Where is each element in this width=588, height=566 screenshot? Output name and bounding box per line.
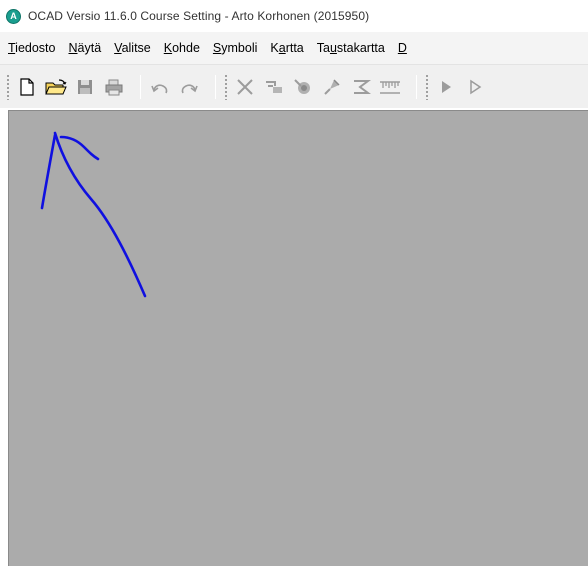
tool-c-icon[interactable]	[350, 76, 372, 98]
menu-bar: Tiedosto Näytä Valitse Kohde Symboli Kar…	[0, 32, 588, 64]
pointer-outline-icon[interactable]	[464, 76, 486, 98]
arrow-annotation-icon	[40, 131, 147, 298]
map-workspace[interactable]	[8, 110, 588, 566]
step-icon[interactable]	[263, 76, 285, 98]
undo-icon[interactable]	[149, 76, 171, 98]
title-bar: A OCAD Versio 11.6.0 Course Setting - Ar…	[0, 0, 588, 32]
tool-b-icon[interactable]	[321, 76, 343, 98]
new-icon[interactable]	[16, 76, 38, 98]
menu-taustakartta[interactable]: Taustakartta	[317, 41, 385, 55]
toolbar-separator	[140, 74, 141, 99]
ruler-icon[interactable]	[379, 76, 401, 98]
toolbar-separator	[416, 74, 417, 99]
save-icon[interactable]	[74, 76, 96, 98]
ocad-app-icon[interactable]: A	[6, 8, 21, 24]
window-title: OCAD Versio 11.6.0 Course Setting - Arto…	[28, 9, 370, 23]
menu-symboli[interactable]: Symboli	[213, 41, 257, 55]
redo-icon[interactable]	[178, 76, 200, 98]
cut-icon[interactable]	[234, 76, 256, 98]
open-icon[interactable]	[45, 76, 67, 98]
toolbar	[0, 64, 588, 108]
pointer-icon[interactable]	[435, 76, 457, 98]
toolbar-grip[interactable]	[224, 73, 228, 100]
toolbar-separator	[215, 74, 216, 99]
toolbar-grip[interactable]	[6, 73, 10, 100]
tool-a-icon[interactable]	[292, 76, 314, 98]
toolbar-grip[interactable]	[425, 73, 429, 100]
menu-kartta[interactable]: Kartta	[270, 41, 303, 55]
menu-d-truncated[interactable]: D	[398, 41, 407, 55]
print-icon[interactable]	[103, 76, 125, 98]
menu-tiedosto[interactable]: Tiedosto	[8, 41, 55, 55]
menu-valitse[interactable]: Valitse	[114, 41, 151, 55]
menu-kohde[interactable]: Kohde	[164, 41, 200, 55]
menu-nayta[interactable]: Näytä	[68, 41, 101, 55]
